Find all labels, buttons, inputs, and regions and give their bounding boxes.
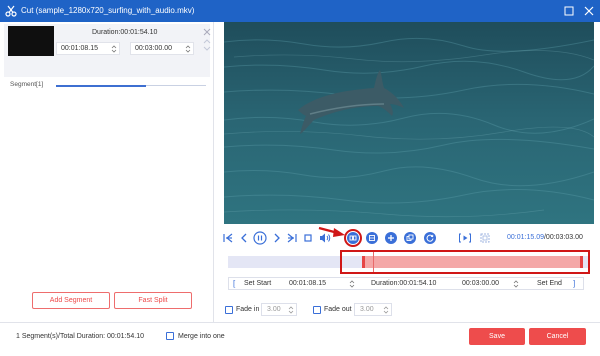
scissors-icon bbox=[5, 5, 17, 17]
fade-out-label: Fade out bbox=[324, 306, 352, 313]
segment-reorder-icon[interactable] bbox=[202, 38, 212, 52]
add-segment-button[interactable]: Add Segment bbox=[32, 292, 110, 309]
total-time: /00:03:03.00 bbox=[543, 234, 583, 241]
segment-thumbnail bbox=[8, 26, 54, 56]
duplicate-icon[interactable] bbox=[404, 232, 416, 244]
fade-in-label: Fade in bbox=[236, 306, 260, 313]
pause-icon[interactable] bbox=[253, 231, 267, 245]
merge-label: Merge into one bbox=[178, 333, 225, 340]
stepper-icon[interactable] bbox=[185, 44, 191, 54]
last-frame-icon[interactable] bbox=[286, 232, 298, 244]
fade-in-checkbox[interactable] bbox=[225, 306, 233, 314]
start-time-value[interactable]: 00:01:08.15 bbox=[289, 280, 326, 287]
fade-in-field[interactable]: 3.00 bbox=[261, 303, 297, 316]
set-end-button[interactable]: Set End bbox=[537, 280, 562, 287]
segment-panel: Duration:00:01:54.10 00:01:08.15 00:03:0… bbox=[0, 22, 214, 322]
segment-track-fill bbox=[56, 84, 146, 87]
segment-track bbox=[56, 84, 206, 87]
segment-start-value: 00:01:08.15 bbox=[61, 45, 98, 52]
video-frame bbox=[224, 22, 594, 224]
close-icon[interactable] bbox=[582, 4, 596, 18]
stepper-icon[interactable] bbox=[513, 279, 519, 289]
segment-end-value: 00:03:00.00 bbox=[135, 45, 172, 52]
segment-card[interactable]: Duration:00:01:54.10 00:01:08.15 00:03:0… bbox=[4, 24, 212, 77]
end-bracket-icon: ] bbox=[573, 279, 576, 288]
copy-icon[interactable] bbox=[366, 232, 378, 244]
next-frame-icon[interactable] bbox=[272, 232, 282, 244]
set-start-button[interactable]: Set Start bbox=[244, 280, 271, 287]
merge-checkbox[interactable] bbox=[166, 332, 174, 340]
save-button[interactable]: Save bbox=[469, 328, 525, 345]
first-frame-icon[interactable] bbox=[222, 232, 234, 244]
fast-split-button[interactable]: Fast Split bbox=[114, 292, 192, 309]
maximize-icon[interactable] bbox=[562, 4, 576, 18]
segment-duration: Duration:00:01:54.10 bbox=[92, 29, 158, 36]
fade-out-checkbox[interactable] bbox=[313, 306, 321, 314]
segment-start-field[interactable]: 00:01:08.15 bbox=[56, 42, 120, 55]
stepper-icon[interactable] bbox=[383, 305, 389, 315]
start-bracket-icon: [ bbox=[233, 279, 236, 288]
stepper-icon[interactable] bbox=[349, 279, 355, 289]
prev-frame-icon[interactable] bbox=[239, 232, 249, 244]
range-duration: Duration:00:01:54.10 bbox=[371, 280, 437, 287]
stepper-icon[interactable] bbox=[288, 305, 294, 315]
arrow-annotation-icon bbox=[318, 226, 345, 237]
fade-out-value: 3.00 bbox=[360, 306, 374, 313]
video-preview bbox=[224, 22, 594, 224]
cancel-button[interactable]: Cancel bbox=[529, 328, 586, 345]
crop-icon[interactable] bbox=[479, 232, 491, 244]
fade-out-field[interactable]: 3.00 bbox=[354, 303, 392, 316]
add-icon[interactable] bbox=[385, 232, 397, 244]
reset-icon[interactable] bbox=[424, 232, 436, 244]
segment-close-icon[interactable] bbox=[202, 27, 212, 37]
segment-label: Segment[1] bbox=[10, 81, 44, 88]
current-time: 00:01:15.09 bbox=[507, 234, 544, 241]
highlight-box bbox=[340, 250, 590, 274]
stepper-icon[interactable] bbox=[111, 44, 117, 54]
fade-in-value: 3.00 bbox=[267, 306, 281, 313]
segment-end-field[interactable]: 00:03:00.00 bbox=[130, 42, 194, 55]
footer-summary: 1 Segment(s)/Total Duration: 00:01:54.10 bbox=[16, 333, 145, 340]
range-row: [ Set Start 00:01:08.15 Duration:00:01:5… bbox=[228, 277, 584, 290]
time-readout: 00:01:15.09/00:03:03.00 bbox=[507, 234, 583, 241]
stop-icon[interactable] bbox=[303, 232, 313, 244]
highlight-circle bbox=[344, 229, 362, 247]
window-title: Cut (sample_1280x720_surfing_with_audio.… bbox=[21, 6, 195, 15]
end-time-value[interactable]: 00:03:00.00 bbox=[462, 280, 499, 287]
preview-icon[interactable] bbox=[458, 232, 472, 244]
title-bar: Cut (sample_1280x720_surfing_with_audio.… bbox=[0, 0, 600, 22]
